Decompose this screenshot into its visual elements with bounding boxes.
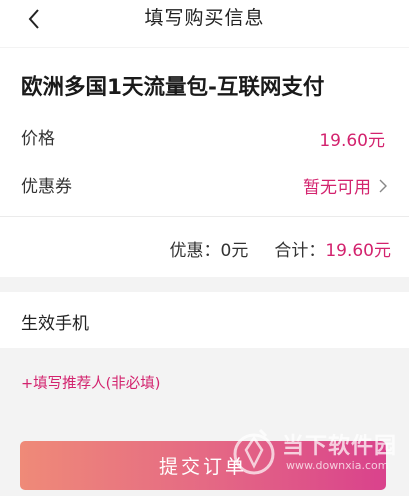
discount-label: 优惠： (169, 241, 221, 261)
phone-label: 生效手机 (21, 314, 89, 334)
discount-value: 0元 (220, 241, 249, 261)
product-title: 欧洲多国1天流量包-互联网支付 (21, 75, 325, 100)
total-label: 合计： (274, 241, 326, 261)
price-value: 19.60元 (319, 131, 385, 151)
coupon-value: 暂无可用 (303, 178, 371, 198)
summary-line: 优惠： 0元 合计： 19.60元 (170, 236, 392, 261)
page-title: 填写购买信息 (144, 7, 265, 29)
add-referrer-link[interactable]: +填写推荐人(非必填) (21, 372, 160, 393)
chevron-right-icon (379, 179, 387, 193)
submit-order-button[interactable]: 提交订单 (20, 441, 386, 490)
total-value: 19.60元 (325, 241, 391, 261)
order-summary: 优惠： 0元 合计： 19.60元 (0, 217, 409, 277)
coupon-label: 优惠券 (21, 177, 72, 197)
phone-field[interactable]: 生效手机 (0, 292, 409, 348)
top-nav-bar: 填写购买信息 (0, 0, 409, 47)
price-label: 价格 (21, 129, 55, 149)
product-card: 欧洲多国1天流量包-互联网支付 价格 19.60元 优惠券 暂无可用 (0, 48, 409, 216)
coupon-selector[interactable]: 暂无可用 (303, 173, 387, 198)
